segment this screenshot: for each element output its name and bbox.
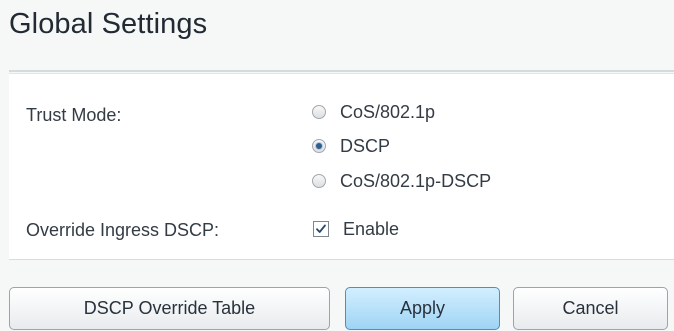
trust-mode-option-label: CoS/802.1p [340,101,436,122]
enable-checkbox-label: Enable [343,218,400,239]
radio-button-unchecked[interactable] [312,105,326,119]
trust-mode-option-cos-802-1p-dscp[interactable]: CoS/802.1p-DSCP [312,169,491,193]
dscp-override-table-button[interactable]: DSCP Override Table [9,287,330,330]
page-title: Global Settings [9,8,208,40]
override-ingress-dscp-control[interactable]: Enable [313,216,399,242]
apply-button[interactable]: Apply [345,287,500,330]
trust-mode-option-label: CoS/802.1p-DSCP [340,170,492,191]
radio-button-checked[interactable] [312,139,326,153]
trust-mode-option-label: DSCP [340,135,391,156]
trust-mode-option-cos-802-1p[interactable]: CoS/802.1p [312,100,435,124]
trust-mode-option-dscp[interactable]: DSCP [312,134,390,158]
title-divider [9,70,674,72]
checkmark-icon [316,224,326,233]
override-ingress-enable-checkbox[interactable] [313,221,329,237]
override-ingress-dscp-label: Override Ingress DSCP: [26,220,220,240]
cancel-button[interactable]: Cancel [513,287,668,330]
trust-mode-label: Trust Mode: [26,105,122,125]
radio-button-unchecked[interactable] [312,174,326,188]
